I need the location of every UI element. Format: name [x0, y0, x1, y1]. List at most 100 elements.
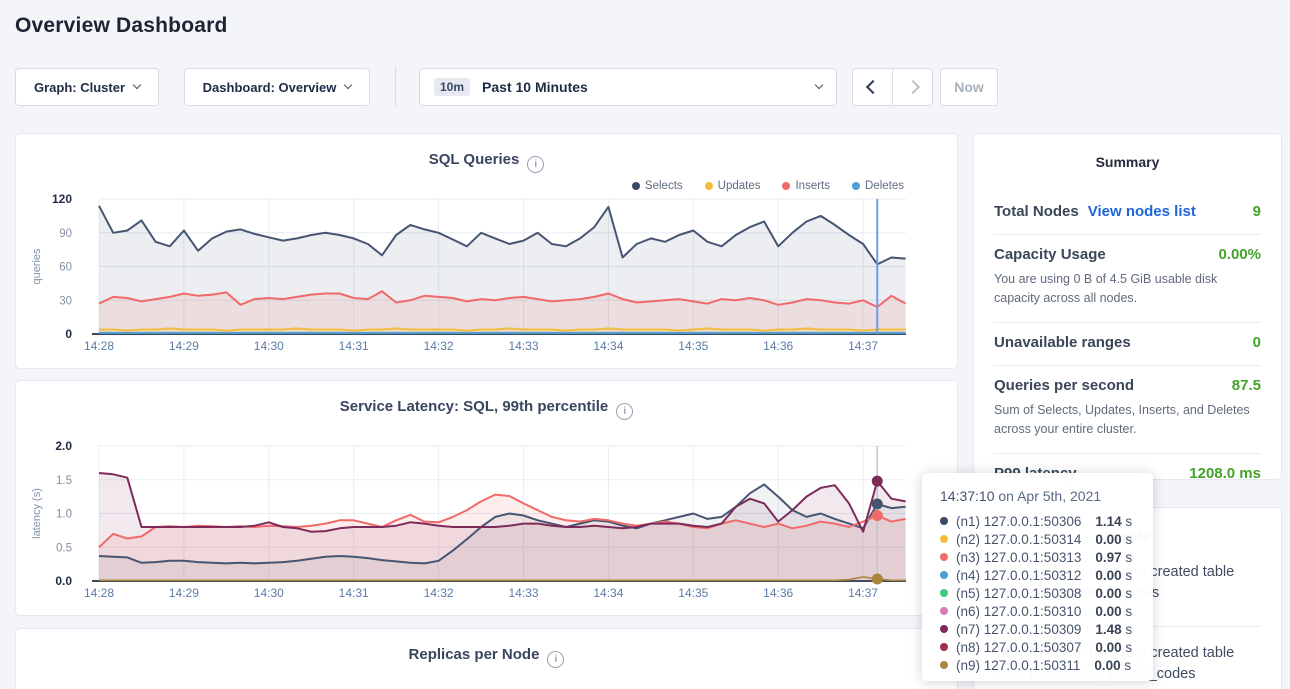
svg-text:14:29: 14:29 [169, 339, 199, 353]
svg-text:14:28: 14:28 [84, 586, 114, 600]
svg-text:60: 60 [59, 262, 72, 274]
svg-text:14:37: 14:37 [848, 339, 878, 353]
svg-text:14:34: 14:34 [593, 586, 623, 600]
summary-unavailable-ranges: Unavailable ranges 0 [994, 323, 1261, 366]
total-nodes-value: 9 [1253, 203, 1261, 220]
tooltip-node-row: (n3) 127.0.0.1:50313 0.97 s [940, 548, 1135, 566]
svg-text:14:37: 14:37 [848, 586, 878, 600]
replicas-per-node-panel: Replicas per Node i [15, 628, 958, 689]
summary-title: Summary [994, 154, 1261, 170]
svg-text:14:28: 14:28 [84, 339, 114, 353]
capacity-usage-desc: You are using 0 B of 4.5 GiB usable disk… [994, 270, 1261, 308]
toolbar: Graph: Cluster Dashboard: Overview 10m P… [15, 68, 1275, 106]
capacity-usage-value: 0.00% [1218, 246, 1261, 263]
chart-hover-tooltip: 14:37:10 on Apr 5th, 2021 (n1) 127.0.0.1… [922, 473, 1153, 681]
node-dot-icon [940, 535, 948, 543]
svg-text:30: 30 [59, 295, 72, 307]
time-step-buttons [852, 68, 933, 106]
svg-text:0.0: 0.0 [55, 574, 72, 588]
svg-text:14:33: 14:33 [508, 339, 538, 353]
chevron-down-icon [344, 81, 352, 89]
svg-text:14:31: 14:31 [339, 339, 369, 353]
node-dot-icon [940, 553, 948, 561]
node-dot-icon [940, 589, 948, 597]
tooltip-node-row: (n8) 127.0.0.1:50307 0.00 s [940, 638, 1135, 656]
node-latency-value: 0.00 s [1095, 568, 1132, 583]
svg-text:queries: queries [31, 248, 43, 285]
unavailable-ranges-label: Unavailable ranges [994, 334, 1131, 351]
p99-latency-value: 1208.0 ms [1189, 465, 1261, 482]
now-button[interactable]: Now [940, 68, 998, 106]
tooltip-node-row: (n2) 127.0.0.1:50314 0.00 s [940, 530, 1135, 548]
node-latency-value: 1.48 s [1095, 622, 1132, 637]
page-title: Overview Dashboard [15, 14, 228, 38]
svg-text:14:34: 14:34 [593, 339, 623, 353]
graph-select-dropdown[interactable]: Graph: Cluster [15, 68, 159, 106]
summary-panel: Summary Total Nodes View nodes list 9 Ca… [973, 133, 1282, 480]
service-latency-panel: Service Latency: SQL, 99th percentilei 0… [15, 380, 958, 616]
node-address: (n8) 127.0.0.1:50307 [956, 640, 1081, 655]
node-latency-value: 1.14 s [1095, 514, 1132, 529]
node-dot-icon [940, 607, 948, 615]
node-address: (n9) 127.0.0.1:50311 [956, 658, 1080, 673]
node-address: (n4) 127.0.0.1:50312 [956, 568, 1081, 583]
chevron-right-icon [905, 80, 919, 94]
next-time-button[interactable] [892, 69, 932, 105]
replicas-per-node-title: Replicas per Node [409, 646, 540, 663]
node-dot-icon [940, 661, 948, 669]
dashboard-select-dropdown[interactable]: Dashboard: Overview [184, 68, 370, 106]
info-icon[interactable]: i [547, 651, 564, 668]
svg-text:14:35: 14:35 [678, 339, 708, 353]
time-range-label: Past 10 Minutes [482, 79, 588, 95]
tooltip-node-row: (n9) 127.0.0.1:50311 0.00 s [940, 656, 1135, 674]
chart-title: Replicas per Node i [16, 646, 957, 668]
node-address: (n7) 127.0.0.1:50309 [956, 622, 1081, 637]
svg-text:14:35: 14:35 [678, 586, 708, 600]
svg-text:14:30: 14:30 [254, 586, 284, 600]
queries-per-second-value: 87.5 [1232, 377, 1261, 394]
chevron-down-icon [133, 81, 141, 89]
tooltip-node-row: (n5) 127.0.0.1:503080.00 s [940, 584, 1135, 602]
node-address: (n2) 127.0.0.1:50314 [956, 532, 1081, 547]
node-dot-icon [940, 571, 948, 579]
node-dot-icon [940, 625, 948, 633]
tooltip-node-row: (n1) 127.0.0.1:50306 1.14 s [940, 512, 1135, 530]
node-address: (n3) 127.0.0.1:50313 [956, 550, 1081, 565]
svg-text:14:29: 14:29 [169, 586, 199, 600]
node-dot-icon [940, 643, 948, 651]
svg-text:14:36: 14:36 [763, 339, 793, 353]
time-range-picker[interactable]: 10m Past 10 Minutes [419, 68, 837, 106]
summary-total-nodes: Total Nodes View nodes list 9 [994, 192, 1261, 235]
svg-text:14:36: 14:36 [763, 586, 793, 600]
svg-text:90: 90 [59, 228, 72, 240]
summary-capacity-usage: Capacity Usage 0.00% You are using 0 B o… [994, 235, 1261, 323]
node-latency-value: 0.00 s [1095, 532, 1132, 547]
queries-per-second-label: Queries per second [994, 377, 1134, 394]
node-latency-value: 0.97 s [1095, 550, 1132, 565]
svg-text:14:33: 14:33 [508, 586, 538, 600]
node-latency-value: 0.00 s [1094, 658, 1131, 673]
chevron-left-icon [865, 80, 879, 94]
svg-text:120: 120 [52, 192, 72, 206]
svg-text:1.0: 1.0 [56, 509, 72, 521]
sql-queries-chart[interactable]: 030609012014:2814:2914:3014:3114:3214:33… [16, 134, 959, 370]
svg-text:14:32: 14:32 [424, 339, 454, 353]
summary-queries-per-second: Queries per second 87.5 Sum of Selects, … [994, 366, 1261, 454]
tooltip-node-row: (n4) 127.0.0.1:50312 0.00 s [940, 566, 1135, 584]
chevron-down-icon [815, 81, 823, 89]
queries-per-second-desc: Sum of Selects, Updates, Inserts, and De… [994, 401, 1261, 439]
dashboard-select-label: Dashboard: Overview [203, 80, 337, 95]
view-nodes-list-link[interactable]: View nodes list [1088, 203, 1196, 220]
total-nodes-label: Total Nodes [994, 203, 1079, 220]
svg-text:latency (s): latency (s) [31, 488, 43, 539]
time-range-badge: 10m [434, 78, 470, 96]
svg-text:14:30: 14:30 [254, 339, 284, 353]
node-latency-value: 0.00 s [1095, 640, 1132, 655]
service-latency-chart[interactable]: 0.00.51.01.52.014:2814:2914:3014:3114:32… [16, 381, 959, 617]
prev-time-button[interactable] [853, 69, 892, 105]
tooltip-timestamp: 14:37:10 on Apr 5th, 2021 [940, 488, 1135, 504]
capacity-usage-label: Capacity Usage [994, 246, 1106, 263]
svg-text:1.5: 1.5 [56, 475, 72, 487]
node-address: (n1) 127.0.0.1:50306 [956, 514, 1081, 529]
svg-text:14:32: 14:32 [424, 586, 454, 600]
